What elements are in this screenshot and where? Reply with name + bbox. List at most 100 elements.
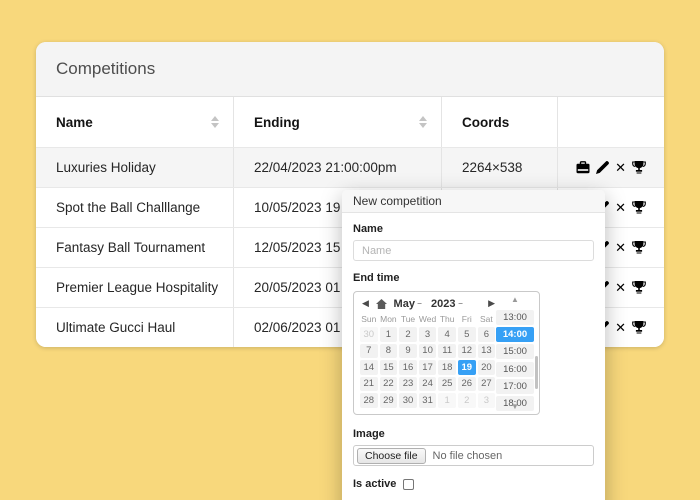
cell-name: Ultimate Gucci Haul [36, 308, 234, 347]
home-icon[interactable] [376, 299, 387, 309]
month-select[interactable]: May [394, 298, 422, 310]
column-header-name[interactable]: Name [36, 97, 234, 147]
day-cell[interactable]: 1 [438, 393, 456, 408]
delete-icon[interactable]: ✕ [615, 201, 626, 214]
day-cell[interactable]: 11 [438, 344, 456, 359]
caret-icon [458, 303, 462, 305]
day-cell[interactable]: 25 [438, 377, 456, 392]
caret-icon [418, 303, 422, 305]
datetime-picker: ◀ May 2023 [353, 291, 540, 415]
day-cell[interactable]: 3 [478, 393, 496, 408]
day-cell-selected[interactable]: 19 [458, 360, 476, 375]
table-row: Luxuries Holiday 22/04/2023 21:00:00pm 2… [36, 147, 664, 187]
time-item[interactable]: 17:00 [496, 379, 534, 394]
end-time-label: End time [353, 272, 594, 284]
cell-name: Luxuries Holiday [36, 148, 234, 187]
weekday-label: Sat [477, 314, 497, 326]
new-competition-modal: New competition Name End time ◀ [342, 190, 605, 500]
day-cell[interactable]: 28 [360, 393, 378, 408]
day-grid: 3012345678910111213141516171819202122232… [359, 326, 497, 409]
time-item[interactable]: 13:00 [496, 310, 534, 325]
weekday-label: Thu [437, 314, 457, 326]
day-cell[interactable]: 12 [458, 344, 476, 359]
day-cell[interactable]: 13 [478, 344, 496, 359]
cell-actions: ✕ [558, 148, 664, 187]
time-item[interactable]: 15:00 [496, 344, 534, 359]
day-cell[interactable]: 30 [399, 393, 417, 408]
trophy-icon[interactable] [632, 241, 646, 254]
day-cell[interactable]: 30 [360, 327, 378, 342]
time-item-selected[interactable]: 14:00 [496, 327, 534, 342]
weekday-label: Wed [418, 314, 438, 326]
day-cell[interactable]: 9 [399, 344, 417, 359]
weekday-label: Tue [398, 314, 418, 326]
time-scroll-up-icon[interactable]: ▲ [496, 296, 534, 304]
modal-header[interactable]: New competition [342, 190, 605, 213]
time-scroll-down-icon[interactable]: ▼ [496, 403, 534, 411]
name-input[interactable] [353, 240, 594, 261]
day-cell[interactable]: 31 [419, 393, 437, 408]
day-cell[interactable]: 4 [438, 327, 456, 342]
weekday-label: Mon [379, 314, 399, 326]
cell-ending: 22/04/2023 21:00:00pm [234, 148, 442, 187]
day-cell[interactable]: 21 [360, 377, 378, 392]
year-select[interactable]: 2023 [431, 298, 462, 310]
day-cell[interactable]: 17 [419, 360, 437, 375]
day-cell[interactable]: 2 [399, 327, 417, 342]
delete-icon[interactable]: ✕ [615, 241, 626, 254]
is-active-row: Is active [353, 478, 594, 490]
choose-file-button[interactable]: Choose file [357, 448, 426, 464]
day-cell[interactable]: 16 [399, 360, 417, 375]
day-cell[interactable]: 18 [438, 360, 456, 375]
page-title: Competitions [56, 59, 155, 79]
day-cell[interactable]: 26 [458, 377, 476, 392]
time-scrollbar-thumb[interactable] [535, 356, 538, 389]
day-cell[interactable]: 27 [478, 377, 496, 392]
day-cell[interactable]: 6 [478, 327, 496, 342]
trophy-icon[interactable] [632, 281, 646, 294]
pencil-icon[interactable] [596, 161, 609, 174]
is-active-checkbox[interactable] [403, 479, 414, 490]
trophy-icon[interactable] [632, 321, 646, 334]
modal-body: Name End time ◀ May [342, 223, 605, 500]
day-cell[interactable]: 24 [419, 377, 437, 392]
time-list: 13:0014:0015:0016:0017:0018:00 [496, 310, 534, 413]
is-active-label: Is active [353, 478, 396, 490]
delete-icon[interactable]: ✕ [615, 161, 626, 174]
day-cell[interactable]: 2 [458, 393, 476, 408]
next-month-icon[interactable]: ▶ [488, 299, 495, 308]
day-cell[interactable]: 20 [478, 360, 496, 375]
day-cell[interactable]: 23 [399, 377, 417, 392]
column-header-coords: Coords [442, 97, 558, 147]
day-cell[interactable]: 5 [458, 327, 476, 342]
column-header-actions [558, 97, 664, 147]
day-cell[interactable]: 14 [360, 360, 378, 375]
sort-icon[interactable] [419, 116, 427, 128]
column-header-ending[interactable]: Ending [234, 97, 442, 147]
weekday-row: SunMonTueWedThuFriSat [359, 314, 497, 326]
day-cell[interactable]: 22 [380, 377, 398, 392]
day-cell[interactable]: 10 [419, 344, 437, 359]
cell-name: Premier League Hospitality [36, 268, 234, 307]
briefcase-icon[interactable] [576, 161, 590, 174]
prev-month-icon[interactable]: ◀ [362, 299, 369, 308]
time-item[interactable]: 16:00 [496, 362, 534, 377]
day-cell[interactable]: 29 [380, 393, 398, 408]
modal-title: New competition [353, 194, 442, 208]
day-cell[interactable]: 15 [380, 360, 398, 375]
trophy-icon[interactable] [632, 161, 646, 174]
cell-name: Fantasy Ball Tournament [36, 228, 234, 267]
delete-icon[interactable]: ✕ [615, 281, 626, 294]
delete-icon[interactable]: ✕ [615, 321, 626, 334]
day-cell[interactable]: 1 [380, 327, 398, 342]
sort-icon[interactable] [211, 116, 219, 128]
image-label: Image [353, 428, 594, 440]
trophy-icon[interactable] [632, 201, 646, 214]
file-status-text: No file chosen [433, 450, 503, 462]
day-cell[interactable]: 3 [419, 327, 437, 342]
day-cell[interactable]: 8 [380, 344, 398, 359]
card-header: Competitions [36, 42, 664, 97]
file-input[interactable]: Choose file No file chosen [353, 445, 594, 466]
weekday-label: Sun [359, 314, 379, 326]
day-cell[interactable]: 7 [360, 344, 378, 359]
